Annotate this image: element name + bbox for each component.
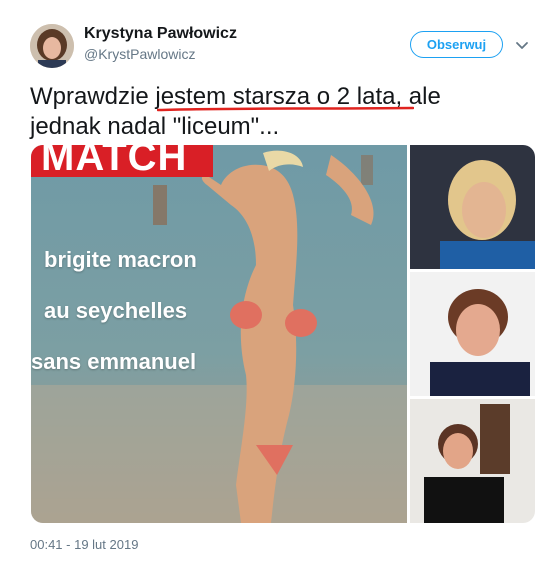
main-photo[interactable]: MATCH brigite macron au seychelles sans … (31, 145, 407, 523)
author-name[interactable]: Krystyna Pawłowicz (84, 25, 237, 43)
tweet-text: Wprawdzie jestem starsza o 2 lata, ale j… (30, 83, 441, 140)
tweet-timestamp[interactable]: 00:41 - 19 lut 2019 (30, 537, 138, 552)
avatar[interactable] (30, 24, 74, 68)
red-underline-annotation (157, 106, 414, 112)
side-photo-2[interactable] (410, 272, 535, 396)
side-photo-3[interactable] (410, 399, 535, 523)
chevron-down-icon[interactable] (513, 36, 531, 54)
overlay-text-line-2: au seychelles (44, 298, 188, 323)
overlay-text-line-3: sans emmanuel (31, 349, 197, 374)
author-handle[interactable]: @KrystPawlowicz (84, 46, 195, 62)
tweet-card: Krystyna Pawłowicz @KrystPawlowicz Obser… (0, 0, 560, 561)
banner-label: MATCH (31, 145, 213, 177)
follow-button[interactable]: Obserwuj (410, 31, 503, 58)
media-grid[interactable]: MATCH brigite macron au seychelles sans … (31, 145, 535, 523)
overlay-text-line-1: brigite macron (44, 247, 197, 272)
side-photo-1[interactable] (410, 145, 535, 269)
